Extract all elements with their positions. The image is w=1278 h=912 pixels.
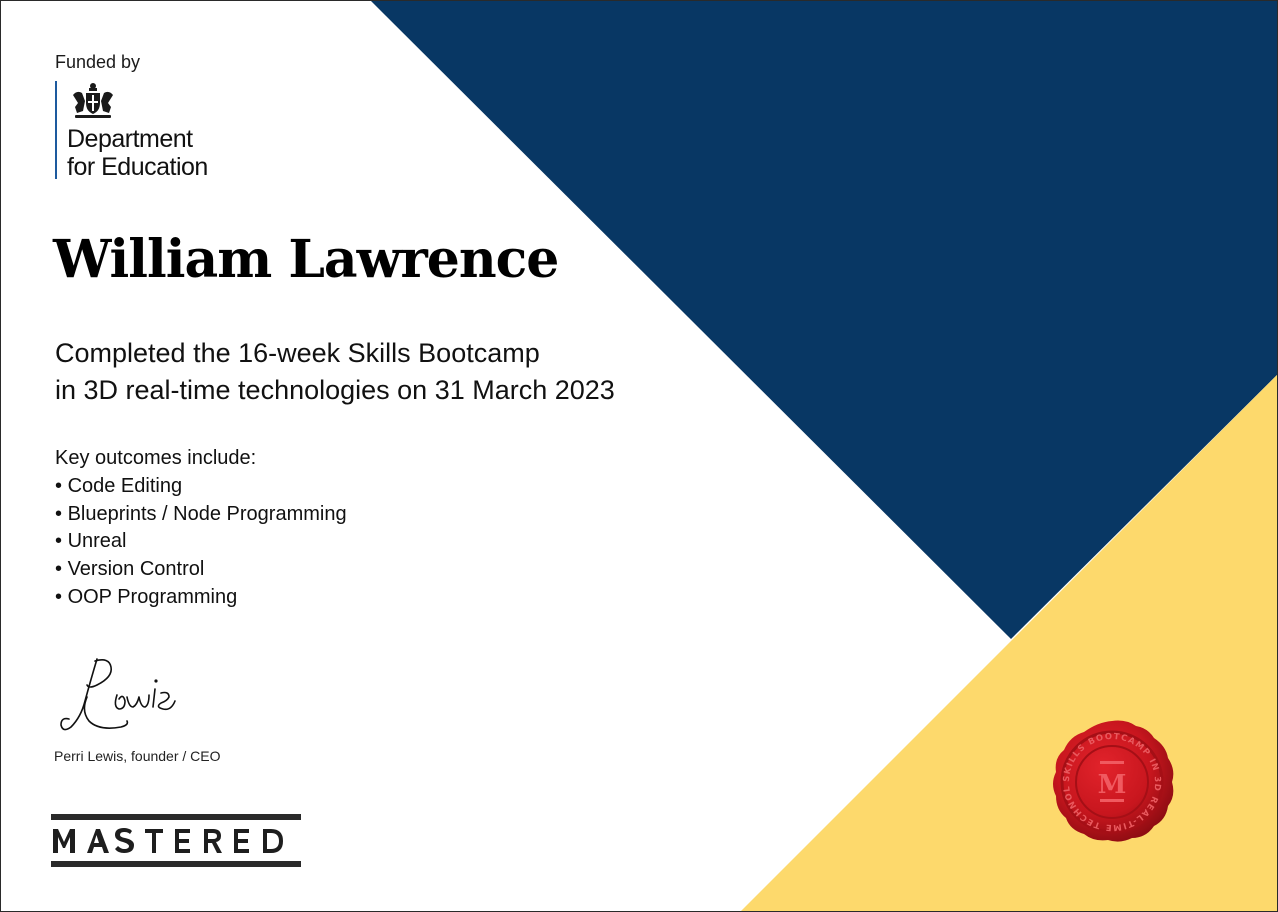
completion-statement: Completed the 16-week Skills Bootcamp in… — [55, 335, 615, 409]
outcome-item: Unreal — [55, 528, 347, 556]
outcomes-heading: Key outcomes include: — [55, 447, 257, 469]
royal-coat-of-arms-icon — [73, 83, 113, 118]
outcome-item: Code Editing — [55, 473, 347, 501]
mastered-wordmark — [53, 828, 283, 853]
department-for-education-logo: Department for Education — [55, 81, 295, 181]
completion-line2: in 3D real-time technologies on 31 March… — [55, 375, 615, 405]
signature — [60, 658, 176, 731]
outcomes-list: Code Editing Blueprints / Node Programmi… — [55, 473, 347, 612]
certificate: Funded by Department for Education Willi… — [0, 0, 1278, 912]
completion-line1: Completed the 16-week Skills Bootcamp — [55, 338, 540, 368]
mastered-logo — [51, 814, 301, 867]
recipient-name: William Lawrence — [53, 229, 559, 290]
outcome-item: Blueprints / Node Programming — [55, 501, 347, 529]
signatory-caption: Perri Lewis, founder / CEO — [54, 748, 221, 764]
outcome-item: OOP Programming — [55, 584, 347, 612]
key-outcomes: Key outcomes include: Code Editing Bluep… — [55, 445, 347, 612]
department-name: Department for Education — [67, 125, 208, 181]
outcome-item: Version Control — [55, 556, 347, 584]
funded-by-label: Funded by — [55, 52, 141, 72]
seal-monogram: M — [1098, 770, 1127, 800]
department-line2: for Education — [67, 153, 208, 181]
department-line1: Department — [67, 125, 193, 153]
wax-seal: SKILLS BOOTCAMP IN 3D REAL-TIME TECHNOLO… — [1045, 717, 1174, 842]
